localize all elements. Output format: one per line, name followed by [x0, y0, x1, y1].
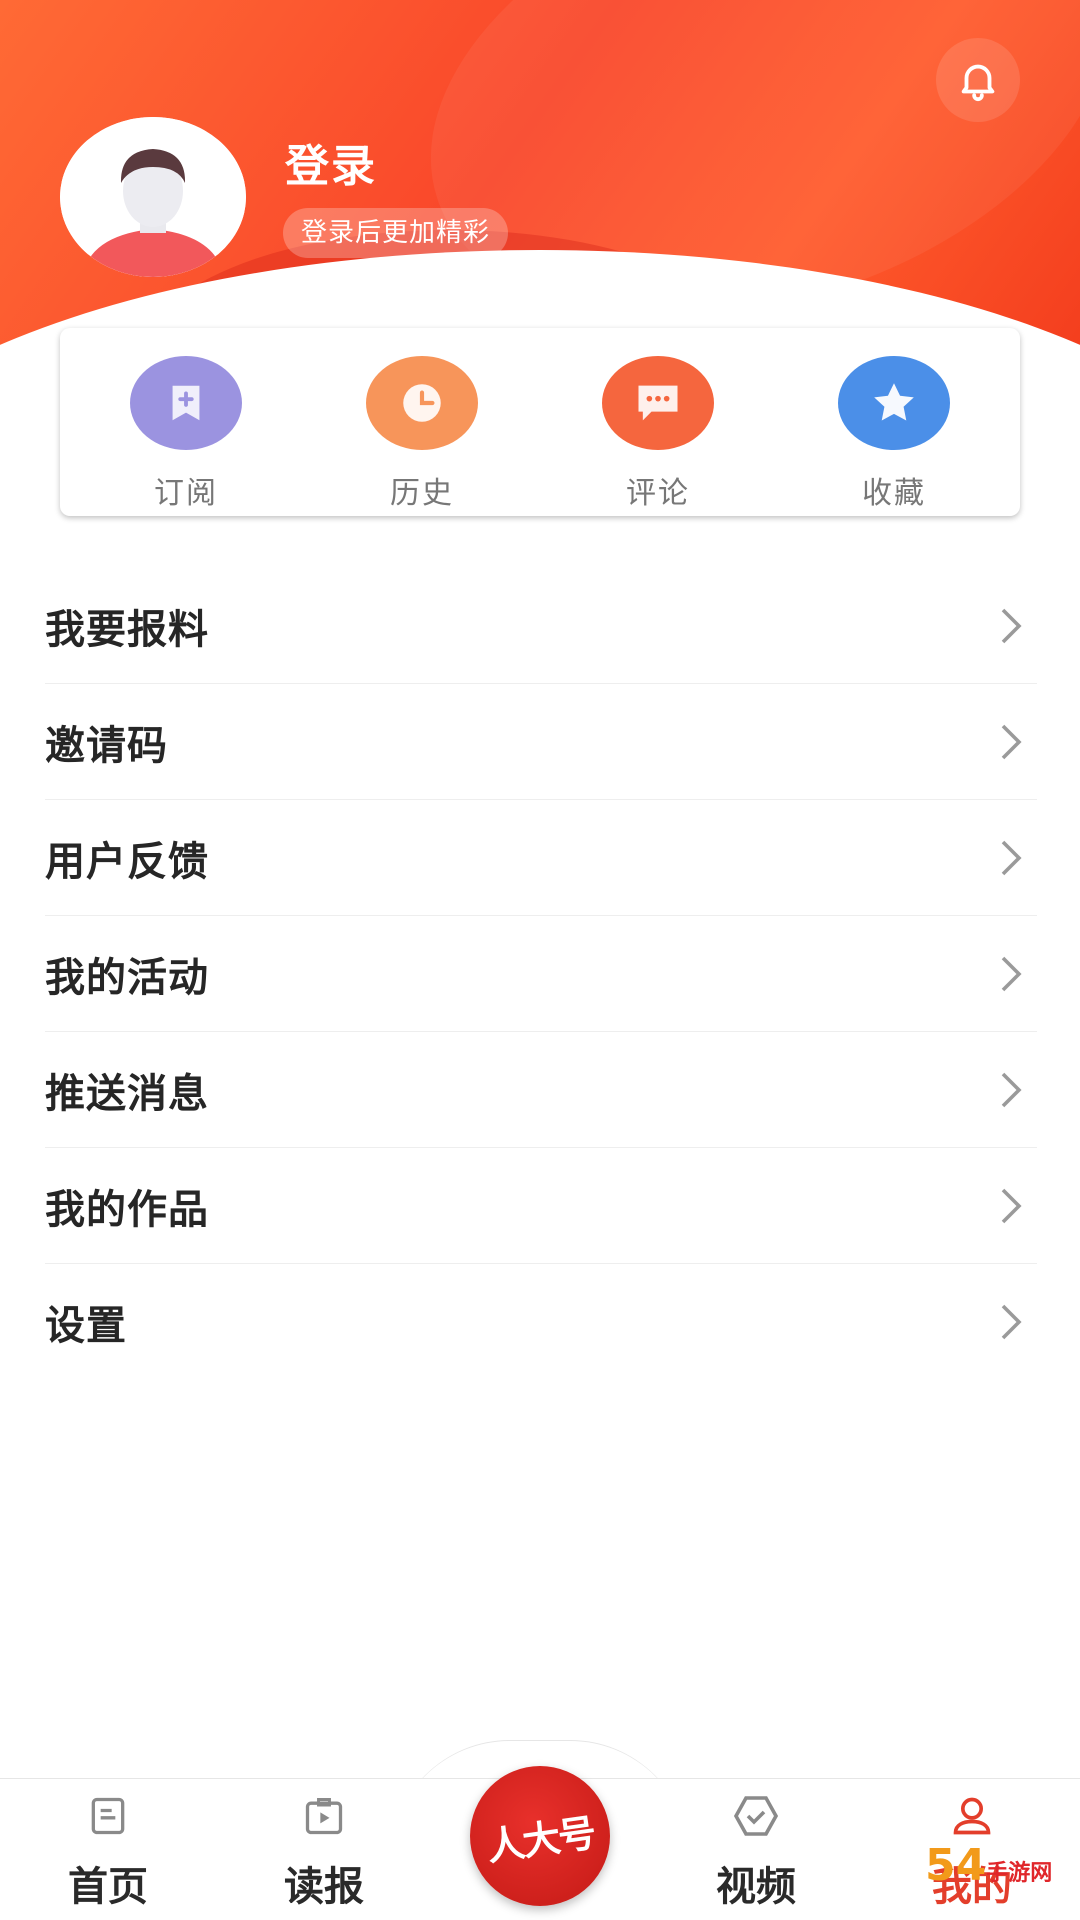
login-title[interactable]: 登录	[285, 130, 377, 194]
notification-button[interactable]	[936, 38, 1020, 122]
history-label: 历史	[390, 476, 454, 511]
menu-item-label: 我的作品	[45, 1185, 209, 1233]
nav-video-label: 视频	[716, 1863, 796, 1910]
nav-home-label: 首页	[68, 1863, 148, 1910]
center-logo-button[interactable]: 人大号	[470, 1766, 610, 1906]
home-doc-icon	[84, 1792, 132, 1840]
nav-paper-label: 读报	[284, 1863, 364, 1910]
nav-video[interactable]: 视频	[676, 1792, 836, 1912]
menu-item-my-activities[interactable]: 我的活动	[45, 916, 1037, 1032]
newspaper-play-icon	[300, 1792, 348, 1840]
menu-item-invite-code[interactable]: 邀请码	[45, 684, 1037, 800]
menu-item-push-messages[interactable]: 推送消息	[45, 1032, 1037, 1148]
menu-item-label: 推送消息	[45, 1069, 209, 1117]
subscribe-bookmark-icon	[130, 356, 242, 450]
menu-item-report[interactable]: 我要报料	[45, 568, 1037, 684]
menu-item-label: 设置	[45, 1302, 127, 1349]
chevron-right-icon	[992, 1070, 1032, 1110]
menu-item-label: 我要报料	[45, 605, 209, 653]
chevron-right-icon	[992, 606, 1032, 646]
chevron-right-icon	[992, 722, 1032, 762]
star-icon	[838, 356, 950, 450]
chevron-right-icon	[992, 1302, 1032, 1342]
history-button[interactable]: 历史	[324, 328, 520, 516]
menu-item-my-works[interactable]: 我的作品	[45, 1148, 1037, 1264]
site-watermark: 54手游网	[925, 1840, 1052, 1891]
user-icon	[948, 1792, 996, 1840]
menu-item-label: 用户反馈	[45, 837, 209, 885]
comment-icon	[602, 356, 714, 450]
watermark-text: 手游网	[986, 1861, 1053, 1886]
chevron-right-icon	[992, 838, 1032, 878]
nav-home[interactable]: 首页	[28, 1792, 188, 1912]
menu-item-label: 我的活动	[45, 953, 209, 1001]
comment-label: 评论	[626, 476, 690, 511]
avatar[interactable]	[60, 117, 246, 277]
settings-menu: 我要报料 邀请码 用户反馈 我的活动 推送消息 我的作品 设置	[45, 568, 1037, 1380]
default-user-icon	[60, 117, 246, 277]
nav-paper[interactable]: 读报	[244, 1792, 404, 1912]
menu-item-settings[interactable]: 设置	[45, 1264, 1037, 1380]
favorite-button[interactable]: 收藏	[796, 328, 992, 516]
login-subtitle[interactable]: 登录后更加精彩	[283, 208, 509, 258]
video-hexagon-icon	[732, 1792, 780, 1840]
chevron-right-icon	[992, 1186, 1032, 1226]
favorite-label: 收藏	[862, 476, 926, 511]
menu-item-label: 邀请码	[45, 721, 168, 769]
menu-item-feedback[interactable]: 用户反馈	[45, 800, 1037, 916]
subscribe-label: 订阅	[154, 476, 218, 511]
watermark-number: 54	[925, 1840, 987, 1891]
chevron-right-icon	[992, 954, 1032, 994]
clock-icon	[366, 356, 478, 450]
subscribe-button[interactable]: 订阅	[88, 328, 284, 516]
bell-icon	[961, 64, 995, 102]
quick-actions-card: 订阅 历史 评论 收藏	[60, 328, 1020, 516]
center-logo-label: 人大号	[483, 1809, 598, 1869]
comment-button[interactable]: 评论	[560, 328, 756, 516]
